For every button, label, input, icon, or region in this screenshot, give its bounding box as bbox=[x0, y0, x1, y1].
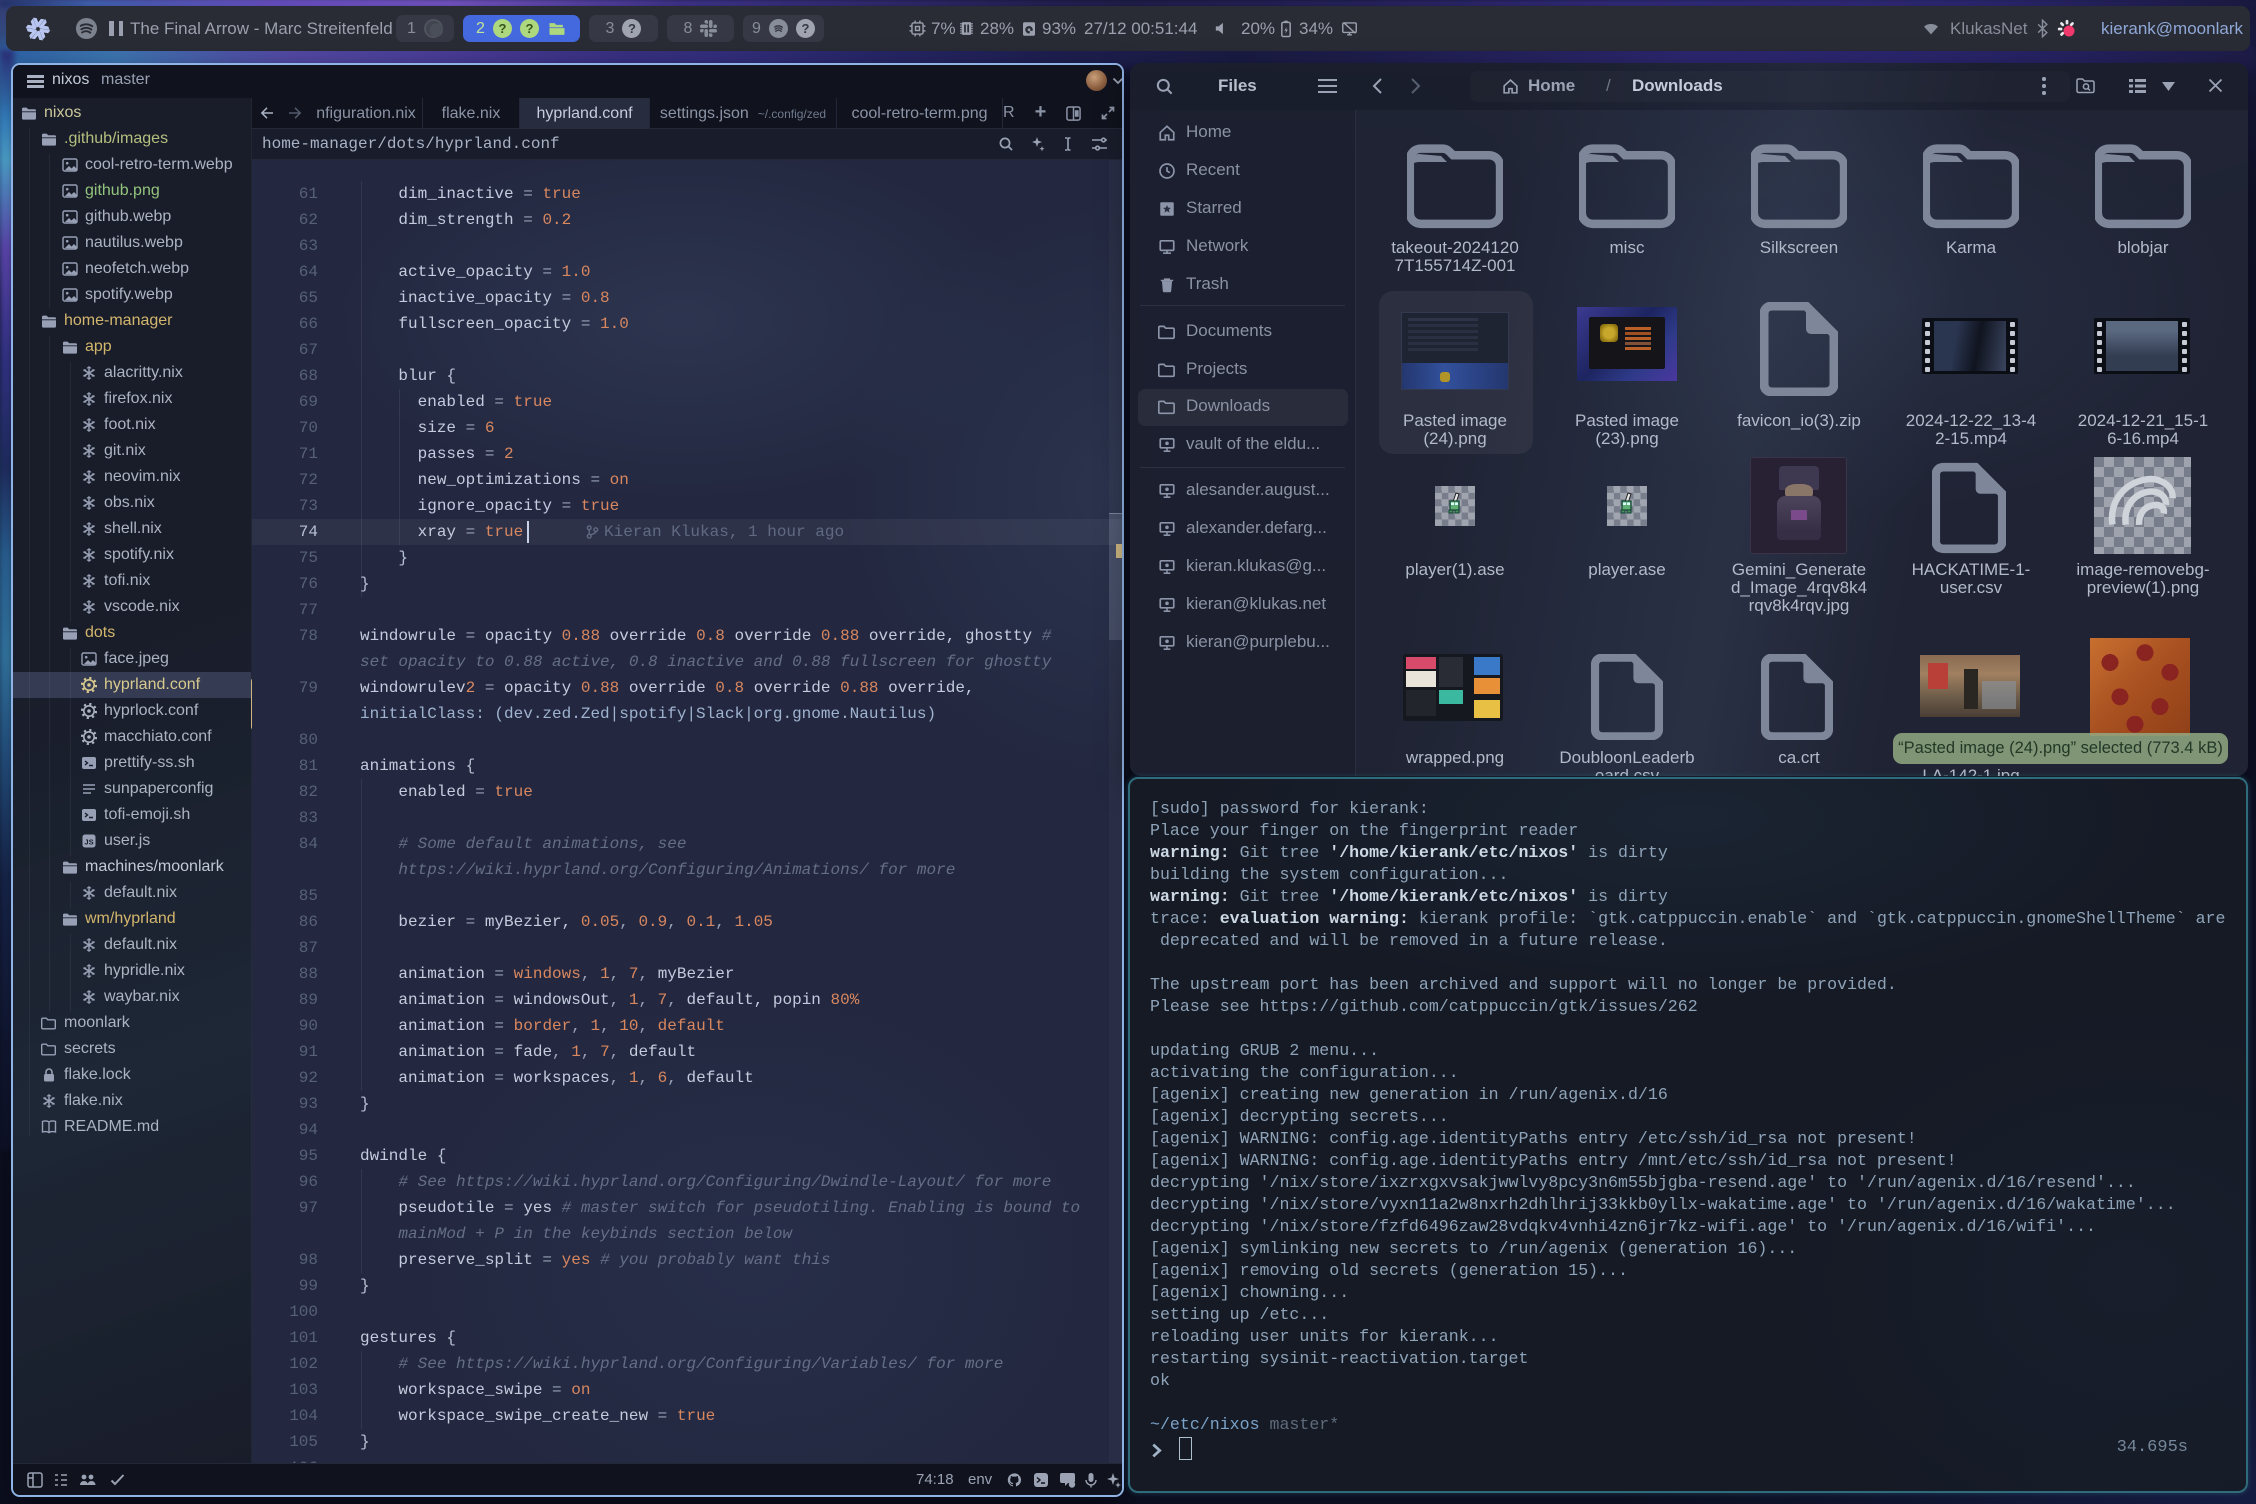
svg-text:JS: JS bbox=[84, 838, 93, 847]
